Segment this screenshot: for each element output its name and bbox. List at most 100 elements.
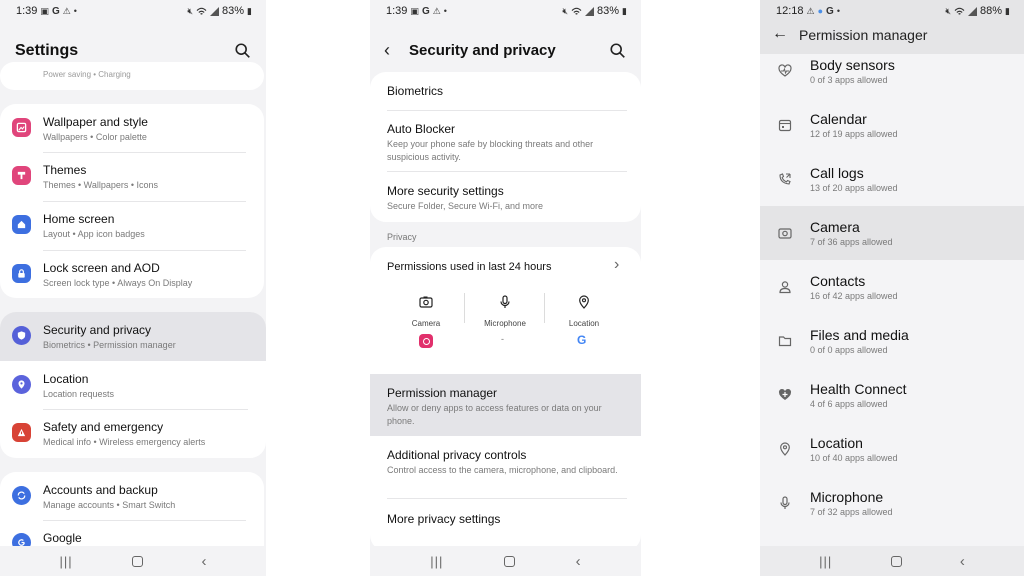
item-subtitle: Keep your phone safe by blocking threats…: [387, 139, 594, 162]
page-title: Settings: [15, 42, 79, 59]
search-icon[interactable]: [234, 42, 252, 60]
gallery-notification-icon: ▣: [40, 5, 49, 16]
google-notification-icon: G: [421, 5, 430, 17]
settings-item-wallpaper[interactable]: Wallpaper and style Wallpapers • Color p…: [0, 104, 264, 152]
settings-item-accounts-backup[interactable]: Accounts and backup Manage accounts • Sm…: [0, 472, 264, 520]
item-title: Additional privacy controls: [387, 448, 527, 462]
permission-label: Microphone: [484, 319, 526, 328]
settings-item-lock-screen[interactable]: Lock screen and AOD Screen lock type • A…: [0, 251, 264, 298]
microphone-usage[interactable]: Microphone: [477, 295, 533, 328]
search-icon[interactable]: [609, 42, 627, 60]
item-subtitle: 0 of 0 apps allowed: [810, 345, 888, 355]
navigation-bar: ||| ‹: [370, 546, 641, 576]
permissions-used-item[interactable]: Permissions used in last 24 hours ›: [370, 247, 641, 285]
back-button[interactable]: ‹: [576, 553, 581, 570]
status-time: 1:39: [16, 5, 38, 17]
security-card: Security and privacy Biometrics • Permis…: [0, 312, 266, 458]
permission-manager-screen: 12:18 ⚠ ● G • 🔇︎ 88% ▮ ← Permission mana…: [760, 0, 1024, 576]
permission-item-microphone[interactable]: Microphone 7 of 32 apps allowed: [760, 476, 1024, 530]
item-subtitle: Manage accounts • Smart Switch: [43, 500, 176, 510]
back-button[interactable]: ‹: [960, 553, 965, 570]
item-title: Wallpaper and style: [43, 115, 148, 129]
auto-blocker-item[interactable]: Auto Blocker Keep your phone safe by blo…: [370, 111, 641, 171]
back-arrow-icon[interactable]: ‹: [384, 40, 390, 61]
chevron-right-icon: ›: [614, 256, 620, 273]
settings-item-security-privacy[interactable]: Security and privacy Biometrics • Permis…: [0, 312, 266, 361]
folder-icon: [778, 336, 792, 347]
instagram-app-icon[interactable]: [419, 334, 433, 348]
emergency-icon: [12, 423, 31, 442]
home-button[interactable]: [504, 555, 516, 567]
item-subtitle: 0 of 3 apps allowed: [810, 75, 888, 85]
recent-apps-button[interactable]: |||: [59, 554, 72, 569]
settings-item-safety-emergency[interactable]: Safety and emergency Medical info • Wire…: [0, 410, 266, 458]
battery-card[interactable]: Power saving • Charging: [0, 62, 264, 90]
status-time: 1:39: [386, 5, 408, 17]
item-subtitle: Wallpapers • Color palette: [43, 132, 147, 142]
settings-item-themes[interactable]: Themes Themes • Wallpapers • Icons: [0, 153, 264, 201]
item-title: Lock screen and AOD: [43, 261, 160, 275]
home-icon: [12, 215, 31, 234]
item-subtitle: 16 of 42 apps allowed: [810, 291, 898, 301]
calendar-icon: [778, 119, 792, 132]
navigation-bar: ||| ‹: [0, 546, 266, 576]
personalization-card: Wallpaper and style Wallpapers • Color p…: [0, 104, 264, 298]
themes-icon: [12, 166, 31, 185]
wifi-icon: [196, 7, 207, 15]
item-title: Accounts and backup: [43, 483, 158, 497]
item-subtitle: 13 of 20 apps allowed: [810, 183, 898, 193]
item-title: Location: [810, 435, 863, 451]
permission-label: Camera: [411, 319, 441, 328]
recent-apps-button[interactable]: |||: [819, 554, 832, 569]
permission-item-files-media[interactable]: Files and media 0 of 0 apps allowed: [760, 314, 1024, 368]
google-notification-icon: G: [826, 5, 834, 17]
home-button[interactable]: [131, 555, 143, 567]
permission-item-contacts[interactable]: Contacts 16 of 42 apps allowed: [760, 260, 1024, 314]
wallpaper-icon: [12, 118, 31, 137]
lock-icon: [12, 264, 31, 283]
shield-icon: [12, 326, 31, 345]
settings-item-home-screen[interactable]: Home screen Layout • App icon badges: [0, 202, 264, 250]
more-privacy-settings-item[interactable]: More privacy settings: [370, 499, 641, 539]
google-app-icon[interactable]: G: [577, 333, 586, 347]
item-subtitle: Location requests: [43, 389, 115, 399]
recent-apps-button[interactable]: |||: [430, 554, 443, 569]
location-usage[interactable]: Location: [556, 295, 612, 328]
item-subtitle: Secure Folder, Secure Wi-Fi, and more: [387, 201, 544, 211]
item-subtitle: Themes • Wallpapers • Icons: [43, 180, 159, 190]
item-subtitle: 7 of 32 apps allowed: [810, 507, 893, 517]
back-arrow-icon[interactable]: ←: [772, 25, 788, 43]
settings-item-location[interactable]: Location Location requests: [0, 361, 266, 409]
permission-item-camera[interactable]: Camera 7 of 36 apps allowed: [760, 206, 1024, 260]
item-subtitle: Allow or deny apps to access features or…: [387, 403, 602, 426]
location-icon: [12, 375, 31, 394]
additional-privacy-controls-item[interactable]: Additional privacy controls Control acce…: [370, 437, 641, 498]
location-icon: [579, 295, 589, 309]
permission-item-location[interactable]: Location 10 of 40 apps allowed: [760, 422, 1024, 476]
permission-item-calendar[interactable]: Calendar 12 of 19 apps allowed: [760, 98, 1024, 152]
more-notifications-icon: •: [73, 6, 77, 16]
google-notification-icon: G: [51, 5, 60, 17]
camera-usage[interactable]: Camera: [398, 295, 454, 328]
item-title: Microphone: [810, 489, 884, 505]
microphone-icon: [500, 295, 510, 308]
item-subtitle: Biometrics • Permission manager: [43, 340, 176, 350]
back-button[interactable]: ‹: [202, 553, 207, 570]
permission-item-body-sensors[interactable]: Body sensors 0 of 3 apps allowed: [760, 54, 1024, 98]
more-notifications-icon: •: [836, 6, 840, 16]
biometrics-item[interactable]: Biometrics: [370, 72, 641, 110]
app-notification-icon: ●: [817, 6, 824, 16]
mute-icon: 🔇︎: [945, 5, 952, 16]
mute-icon: 🔇︎: [187, 5, 194, 16]
item-subtitle: 7 of 36 apps allowed: [810, 237, 893, 247]
home-button[interactable]: [890, 555, 902, 567]
permission-item-call-logs[interactable]: Call logs 13 of 20 apps allowed: [760, 152, 1024, 206]
item-title: More privacy settings: [387, 512, 501, 526]
camera-icon: [419, 296, 433, 308]
sync-icon: [12, 486, 31, 505]
more-security-settings-item[interactable]: More security settings Secure Folder, Se…: [370, 172, 641, 222]
permission-item-health-connect[interactable]: Health Connect 4 of 6 apps allowed: [760, 368, 1024, 422]
status-bar: 1:39 ▣ G ⚠ • 🔇︎ 83% ▮: [370, 0, 641, 22]
privacy-section-header: Privacy: [387, 232, 417, 242]
permission-manager-item[interactable]: Permission manager Allow or deny apps to…: [370, 374, 641, 436]
